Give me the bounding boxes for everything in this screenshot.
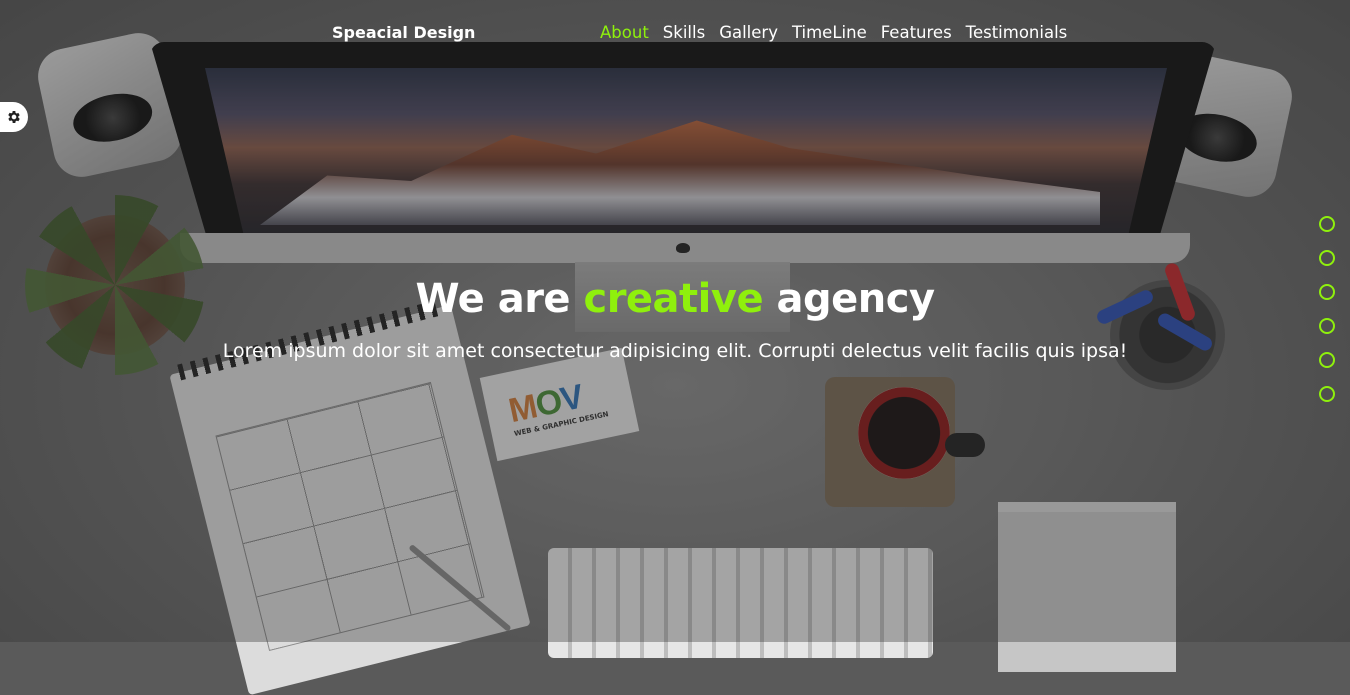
brand-logo[interactable]: Speacial Design bbox=[332, 23, 475, 42]
main-nav: About Skills Gallery TimeLine Features T… bbox=[600, 23, 1067, 42]
nav-features[interactable]: Features bbox=[881, 23, 952, 42]
hero-title-accent: creative bbox=[583, 276, 764, 322]
hero-title: We are creative agency bbox=[0, 276, 1350, 322]
hero-title-pre: We are bbox=[415, 276, 584, 322]
nav-about[interactable]: About bbox=[600, 23, 649, 42]
gear-icon bbox=[8, 111, 20, 123]
nav-testimonials[interactable]: Testimonials bbox=[966, 23, 1068, 42]
nav-gallery[interactable]: Gallery bbox=[719, 23, 778, 42]
hero-subtitle: Lorem ipsum dolor sit amet consectetur a… bbox=[222, 340, 1128, 362]
bullet-skills[interactable] bbox=[1319, 250, 1335, 266]
nav-skills[interactable]: Skills bbox=[663, 23, 705, 42]
bullet-about[interactable] bbox=[1319, 216, 1335, 232]
bullet-testimonials[interactable] bbox=[1319, 386, 1335, 402]
hero-title-post: agency bbox=[763, 276, 936, 322]
nav-timeline[interactable]: TimeLine bbox=[792, 23, 867, 42]
